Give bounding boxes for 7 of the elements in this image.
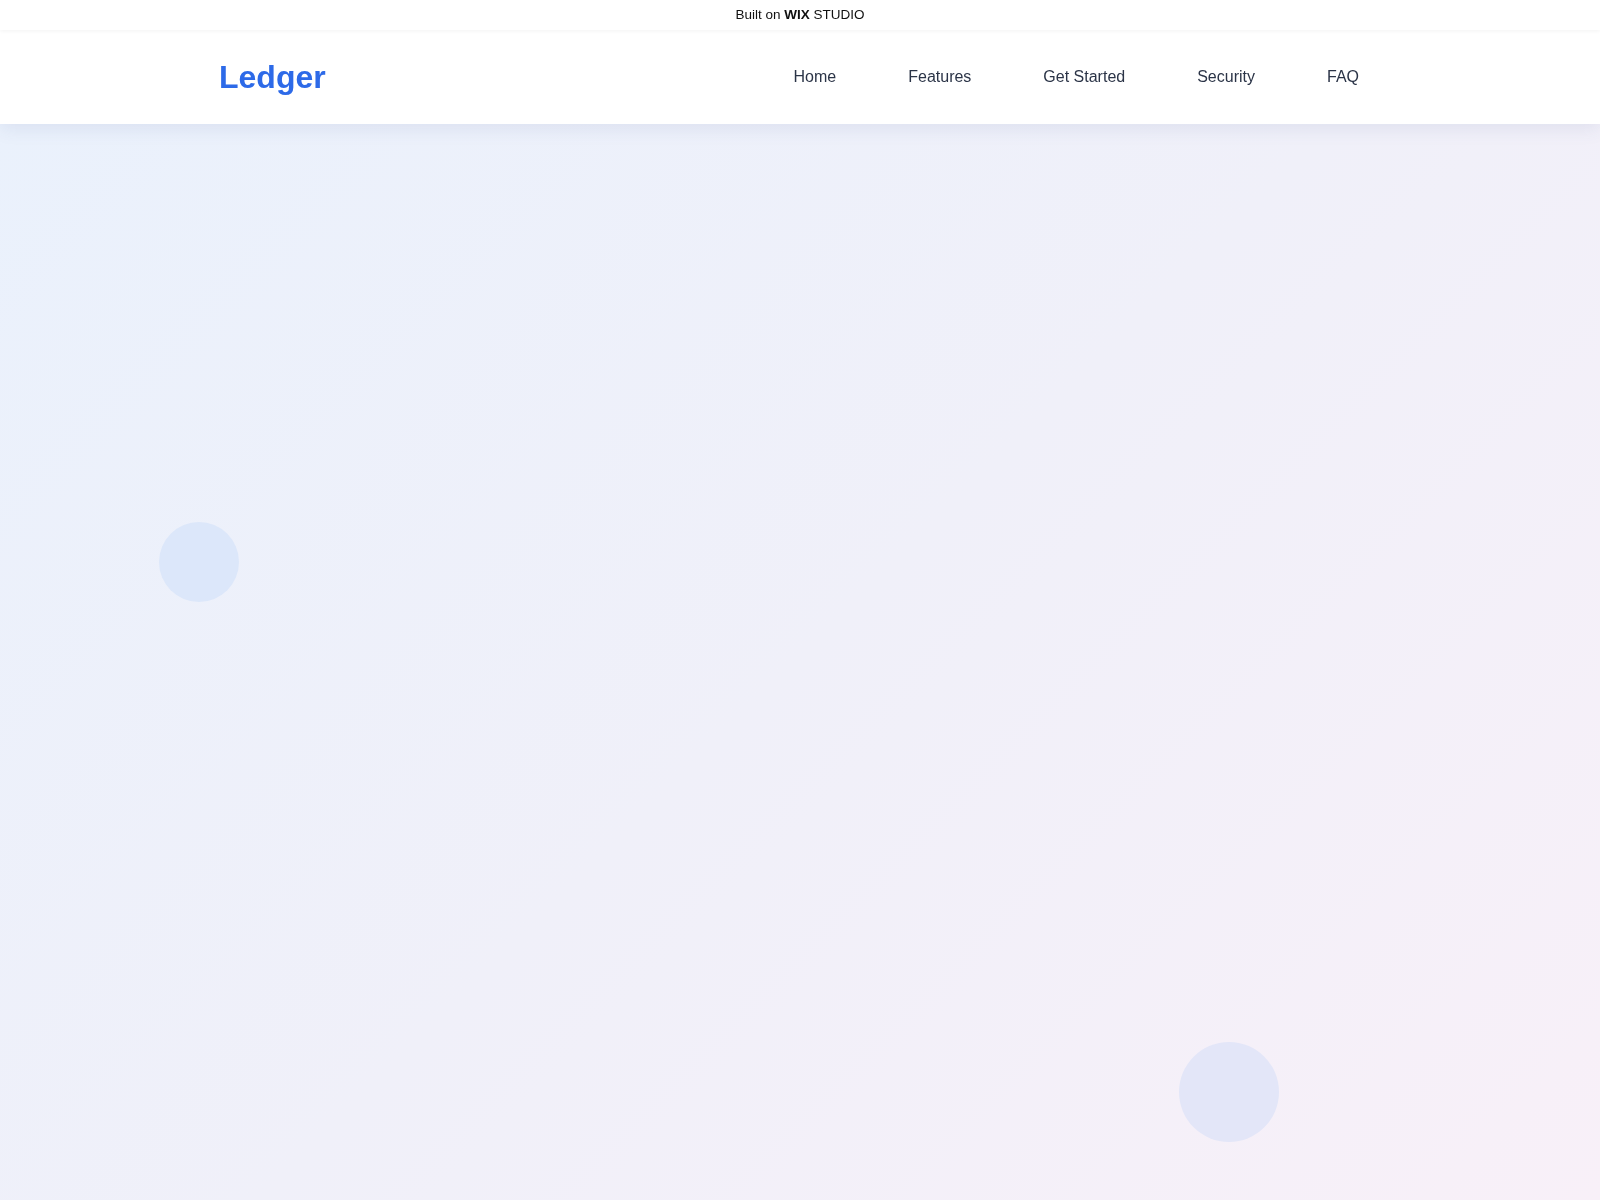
nav-link[interactable]: Home xyxy=(793,67,837,87)
nav-link[interactable]: Security xyxy=(1197,67,1255,87)
nav-link[interactable]: Features xyxy=(908,67,972,87)
logo-link[interactable]: Ledger xyxy=(219,57,326,97)
nav-link[interactable]: FAQ xyxy=(1327,67,1359,87)
nav-link[interactable]: Get Started xyxy=(1043,67,1126,87)
built-on-link[interactable]: Built on WIX STUDIO xyxy=(735,6,865,24)
